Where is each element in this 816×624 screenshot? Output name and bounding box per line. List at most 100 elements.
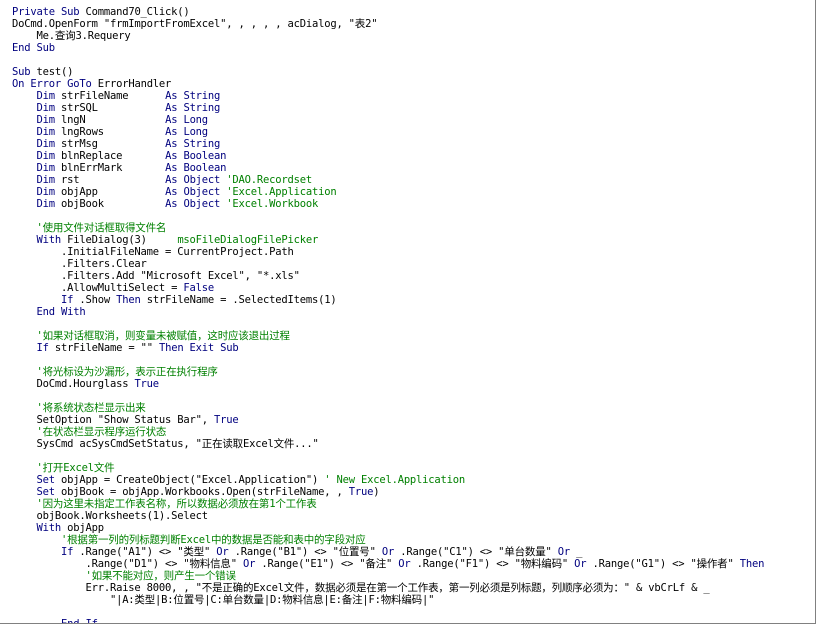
code-line[interactable]: .InitialFileName = CurrentProject.Path [12, 246, 815, 258]
code-line[interactable] [12, 54, 815, 66]
code-line[interactable]: '打开Excel文件 [12, 462, 815, 474]
code-line[interactable]: DoCmd.OpenForm "frmImportFromExcel", , ,… [12, 18, 815, 30]
code-line[interactable]: Dim strFileName As String [12, 90, 815, 102]
code-line[interactable]: .Filters.Add "Microsoft Excel", "*.xls" [12, 270, 815, 282]
code-line[interactable]: End With [12, 306, 815, 318]
code-line[interactable]: .Filters.Clear [12, 258, 815, 270]
code-line[interactable]: '根据第一列的列标题判断Excel中的数据是否能和表中的字段对应 [12, 534, 815, 546]
keyword-token: False [183, 282, 215, 294]
code-token: .Range("C1") <> "单台数量" [394, 546, 558, 558]
keyword-token: Or [557, 546, 570, 558]
code-line[interactable]: '在状态栏显示程序运行状态 [12, 426, 815, 438]
code-line[interactable] [12, 354, 815, 366]
keyword-token: As String [165, 138, 221, 150]
code-token: .Range("G1") <> "操作者" [586, 558, 740, 570]
code-line[interactable]: End Sub [12, 42, 815, 54]
keyword-token: As Object [165, 198, 221, 210]
code-token: strSQL [54, 102, 166, 114]
code-line[interactable]: objBook.Worksheets(1).Select [12, 510, 815, 522]
code-line[interactable]: '如果不能对应，则产生一个错误 [12, 570, 815, 582]
keyword-token: Dim [36, 150, 56, 162]
code-line[interactable]: If .Show Then strFileName = .SelectedIte… [12, 294, 815, 306]
keyword-token: Dim [36, 186, 56, 198]
keyword-token: With [36, 234, 62, 246]
code-line[interactable]: Dim lngRows As Long [12, 126, 815, 138]
code-token: .InitialFileName = CurrentProject.Path [12, 246, 294, 258]
code-line[interactable]: '因为这里未指定工作表名称，所以数据必须放在第1个工作表 [12, 498, 815, 510]
code-line[interactable]: Set objBook = objApp.Workbooks.Open(strF… [12, 486, 815, 498]
code-token: lngRows [54, 126, 166, 138]
code-token: rst [54, 174, 166, 186]
code-line[interactable]: Dim rst As Object 'DAO.Recordset [12, 174, 815, 186]
code-token: .Range("B1") <> "位置号" [228, 546, 382, 558]
code-token: .Show [73, 294, 117, 306]
comment-token: '将系统状态栏显示出来 [12, 402, 146, 414]
keyword-token: As Object [165, 186, 221, 198]
keyword-token: Then Exit Sub [158, 342, 239, 354]
keyword-token: True [348, 486, 374, 498]
keyword-token: End Sub [12, 42, 55, 54]
code-line[interactable]: Set objApp = CreateObject("Excel.Applica… [12, 474, 815, 486]
code-line[interactable]: '将光标设为沙漏形，表示正在执行程序 [12, 366, 815, 378]
code-line[interactable] [12, 450, 815, 462]
code-token: strFileName = .SelectedItems(1) [140, 294, 337, 306]
code-editor[interactable]: Private Sub Command70_Click() DoCmd.OpenF… [0, 0, 816, 624]
code-line[interactable]: '如果对话框取消，则变量未被赋值，这时应该退出过程 [12, 330, 815, 342]
code-line[interactable]: With FileDialog(3) msoFileDialogFilePick… [12, 234, 815, 246]
code-line[interactable]: SysCmd acSysCmdSetStatus, "正在读取Excel文件..… [12, 438, 815, 450]
code-line[interactable]: Dim objApp As Object 'Excel.Application [12, 186, 815, 198]
keyword-token: End With [36, 306, 86, 318]
code-line[interactable]: Dim strMsg As String [12, 138, 815, 150]
code-token: SysCmd acSysCmdSetStatus, "正在读取Excel文件..… [12, 438, 319, 450]
code-token: blnReplace [54, 150, 166, 162]
code-line[interactable]: End If [12, 618, 815, 623]
code-line[interactable]: If strFileName = "" Then Exit Sub [12, 342, 815, 354]
code-line[interactable] [12, 318, 815, 330]
code-area[interactable]: Private Sub Command70_Click() DoCmd.OpenF… [12, 6, 815, 623]
code-line[interactable]: SetOption "Show Status Bar", True [12, 414, 815, 426]
code-token: DoCmd.Hourglass [12, 378, 135, 390]
code-line[interactable]: Sub test() [12, 66, 815, 78]
code-token: strMsg [54, 138, 166, 150]
code-line[interactable]: Dim blnErrMark As Boolean [12, 162, 815, 174]
keyword-token: Sub [12, 66, 31, 78]
code-line[interactable]: Err.Raise 8000, , "不是正确的Excel文件，数据必须是在第一… [12, 582, 815, 594]
code-line[interactable]: .Range("D1") <> "物料信息" Or .Range("E1") <… [12, 558, 815, 570]
code-token: FileDialog(3) [61, 234, 178, 246]
code-line[interactable]: Dim blnReplace As Boolean [12, 150, 815, 162]
code-token: Command70_Click() [79, 6, 190, 18]
code-line[interactable]: Dim strSQL As String [12, 102, 815, 114]
code-line[interactable]: "|A:类型|B:位置号|C:单台数量|D:物料信息|E:备注|F:物料编码|" [12, 594, 815, 606]
code-token: .Filters.Add "Microsoft Excel", "*.xls" [12, 270, 300, 282]
comment-token: '使用文件对话框取得文件名 [12, 222, 167, 234]
code-line[interactable]: Dim objBook As Object 'Excel.Workbook [12, 198, 815, 210]
code-line[interactable]: If .Range("A1") <> "类型" Or .Range("B1") … [12, 546, 815, 558]
code-line[interactable] [12, 210, 815, 222]
code-line[interactable]: Private Sub Command70_Click() [12, 6, 815, 18]
comment-token: '因为这里未指定工作表名称，所以数据必须放在第1个工作表 [12, 498, 317, 510]
code-line[interactable]: '使用文件对话框取得文件名 [12, 222, 815, 234]
code-line[interactable] [12, 606, 815, 618]
keyword-token: Or [381, 546, 395, 558]
code-line[interactable]: On Error GoTo ErrorHandler [12, 78, 815, 90]
keyword-token: Then [116, 294, 141, 306]
code-token: objBook.Worksheets(1).Select [12, 510, 208, 522]
code-line[interactable]: .AllowMultiSelect = False [12, 282, 815, 294]
keyword-token: On Error GoTo [12, 78, 92, 90]
code-line[interactable]: DoCmd.Hourglass True [12, 378, 815, 390]
code-line[interactable]: Me.查询3.Requery [12, 30, 815, 42]
code-line[interactable]: Dim lngN As Long [12, 114, 815, 126]
keyword-token: As Boolean [165, 162, 227, 174]
code-token: .Filters.Clear [12, 258, 147, 270]
code-line[interactable]: With objApp [12, 522, 815, 534]
code-line[interactable] [12, 390, 815, 402]
code-line[interactable]: '将系统状态栏显示出来 [12, 402, 815, 414]
